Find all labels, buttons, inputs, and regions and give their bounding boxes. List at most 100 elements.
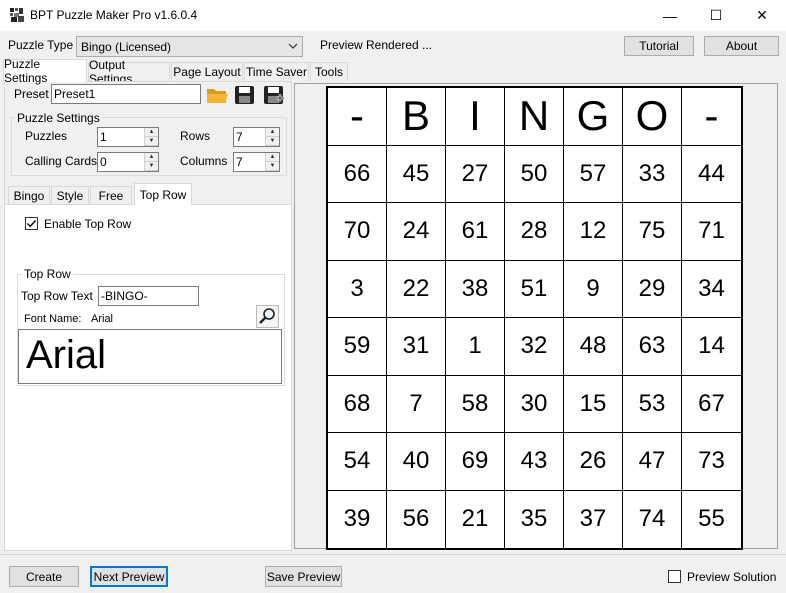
create-button[interactable]: Create bbox=[9, 566, 79, 587]
font-name-value: Arial bbox=[91, 313, 114, 325]
bingo-cell: 14 bbox=[682, 318, 741, 376]
stepper-arrows-icon[interactable]: ▲ ▼ bbox=[144, 128, 158, 146]
bingo-cell: 56 bbox=[387, 490, 446, 548]
bingo-cell: 54 bbox=[328, 433, 387, 491]
preset-input[interactable]: Preset1 bbox=[51, 84, 201, 104]
tab-free[interactable]: Free bbox=[90, 186, 132, 204]
tab-output-settings[interactable]: Output Settings bbox=[88, 58, 170, 86]
stepper-arrows-icon[interactable]: ▲ ▼ bbox=[265, 153, 279, 171]
calling-cards-stepper[interactable]: 0 ▲ ▼ bbox=[97, 152, 159, 172]
columns-value: 7 bbox=[236, 155, 243, 169]
tutorial-button[interactable]: Tutorial bbox=[624, 36, 694, 56]
top-row-group-title: Top Row bbox=[22, 267, 73, 281]
enable-top-row-label: Enable Top Row bbox=[44, 217, 132, 231]
folder-icon bbox=[207, 89, 228, 103]
save-as-icon bbox=[264, 86, 284, 104]
puzzle-type-select[interactable]: Bingo (Licensed) bbox=[76, 36, 303, 57]
save-preset-button[interactable] bbox=[233, 84, 257, 106]
bingo-cell: 51 bbox=[505, 260, 564, 318]
puzzle-type-label: Puzzle Type bbox=[8, 38, 74, 52]
bingo-cell: 15 bbox=[564, 375, 623, 433]
font-name-label: Font Name: bbox=[24, 313, 82, 325]
tab-style[interactable]: Style bbox=[51, 186, 89, 204]
bingo-cell: 1 bbox=[446, 318, 505, 376]
bingo-cell: 55 bbox=[698, 505, 725, 533]
preview-solution-label: Preview Solution bbox=[687, 570, 777, 584]
bingo-cell: 22 bbox=[387, 260, 446, 318]
bingo-header-cell: O bbox=[623, 88, 682, 146]
close-button[interactable]: ✕ bbox=[739, 0, 785, 31]
bingo-cell: 29 bbox=[623, 260, 682, 318]
bingo-cell: 32 bbox=[505, 318, 564, 376]
bingo-cell: 27 bbox=[446, 145, 505, 203]
font-preview-box: Arial bbox=[18, 329, 282, 384]
calling-cards-value: 0 bbox=[100, 155, 107, 169]
tab-time-saver[interactable]: Time Saver bbox=[244, 62, 309, 81]
rows-stepper[interactable]: 7 ▲ ▼ bbox=[233, 127, 280, 147]
puzzle-settings-title: Puzzle Settings bbox=[15, 111, 102, 125]
bingo-cell: 57 bbox=[564, 145, 623, 203]
stepper-arrows-icon[interactable]: ▲ ▼ bbox=[144, 153, 158, 171]
bingo-cell: 37 bbox=[564, 490, 623, 548]
top-row-text-input[interactable]: -BINGO- bbox=[98, 286, 199, 306]
preview-solution-checkbox[interactable] bbox=[668, 570, 681, 583]
check-icon bbox=[26, 220, 37, 228]
tab-top-row[interactable]: Top Row bbox=[134, 183, 192, 205]
bingo-cell: 31 bbox=[387, 318, 446, 376]
maximize-button[interactable]: ☐ bbox=[693, 0, 739, 31]
bingo-cell: 39 bbox=[328, 490, 387, 548]
bingo-cell: 26 bbox=[564, 433, 623, 491]
font-picker-button[interactable] bbox=[256, 305, 279, 328]
bingo-cell: 7 bbox=[387, 375, 446, 433]
bingo-cell: 67 bbox=[682, 376, 741, 433]
bottom-separator bbox=[0, 554, 786, 555]
magnifier-icon bbox=[259, 308, 275, 324]
about-button[interactable]: About bbox=[704, 36, 779, 56]
bingo-cell: 74 bbox=[623, 490, 682, 548]
bingo-cell: 75 bbox=[623, 203, 682, 261]
tab-tools[interactable]: Tools bbox=[310, 62, 348, 81]
puzzles-label: Puzzles bbox=[25, 129, 68, 143]
bingo-cell: 40 bbox=[387, 433, 446, 491]
tab-page-layout[interactable]: Page Layout bbox=[171, 62, 243, 81]
bingo-cell: 43 bbox=[505, 433, 564, 491]
bingo-cell: 38 bbox=[446, 260, 505, 318]
bingo-cell: 47 bbox=[623, 433, 682, 491]
window-title: BPT Puzzle Maker Pro v1.6.0.4 bbox=[30, 8, 198, 22]
chevron-down-icon bbox=[288, 39, 298, 56]
rows-label: Rows bbox=[180, 129, 211, 143]
puzzles-stepper[interactable]: 1 ▲ ▼ bbox=[97, 127, 159, 147]
bingo-cell: 50 bbox=[505, 145, 564, 203]
tab-bingo[interactable]: Bingo bbox=[8, 186, 50, 204]
bingo-header-cell: I bbox=[446, 88, 505, 146]
bingo-cell: 45 bbox=[387, 145, 446, 203]
open-folder-button[interactable] bbox=[205, 84, 229, 106]
bingo-header-cell: N bbox=[505, 88, 564, 146]
bingo-cell: 73 bbox=[682, 433, 741, 491]
bingo-cell: 12 bbox=[564, 203, 623, 261]
columns-label: Columns bbox=[180, 154, 228, 168]
bingo-cell: 34 bbox=[682, 261, 741, 318]
bingo-cell: 68 bbox=[328, 375, 387, 433]
stepper-arrows-icon[interactable]: ▲ ▼ bbox=[265, 128, 279, 146]
bingo-header-cell: - bbox=[682, 88, 741, 146]
next-preview-button[interactable]: Next Preview bbox=[90, 566, 168, 587]
bingo-cell: 3 bbox=[328, 260, 387, 318]
bingo-cell: 48 bbox=[564, 318, 623, 376]
tab-puzzle-settings[interactable]: Puzzle Settings bbox=[3, 57, 87, 85]
bingo-header-cell: - bbox=[328, 88, 387, 146]
calling-cards-label: Calling Cards bbox=[25, 154, 98, 168]
bingo-cell: 71 bbox=[682, 203, 741, 261]
bingo-cell: 21 bbox=[446, 490, 505, 548]
bingo-cell: 61 bbox=[446, 203, 505, 261]
save-as-preset-button[interactable] bbox=[262, 84, 286, 106]
puzzle-type-value: Bingo (Licensed) bbox=[81, 39, 172, 54]
app-logo-icon bbox=[9, 7, 25, 23]
columns-stepper[interactable]: 7 ▲ ▼ bbox=[233, 152, 280, 172]
enable-top-row-checkbox[interactable] bbox=[25, 217, 38, 230]
save-preview-button[interactable]: Save Preview bbox=[265, 566, 342, 587]
save-icon bbox=[235, 86, 254, 104]
bingo-cell: 33 bbox=[623, 145, 682, 203]
bingo-cell: 9 bbox=[564, 260, 623, 318]
minimize-button-real[interactable]: — bbox=[647, 0, 693, 31]
